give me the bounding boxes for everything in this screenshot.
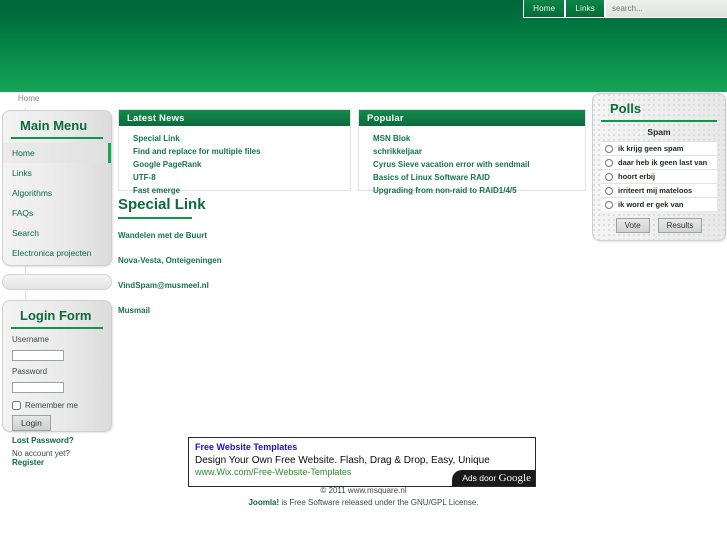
title-underline <box>118 217 192 219</box>
list-item[interactable]: Cyrus Sieve vacation error with sendmail <box>359 158 585 171</box>
list-item[interactable]: MSN Blok <box>359 132 585 145</box>
poll-option-label: daar heb ik geen last van <box>618 158 708 167</box>
popular-list: MSN Blok schrikkeljaar Cyrus Sieve vacat… <box>359 126 585 205</box>
polls-title: Polls <box>601 94 717 122</box>
results-button[interactable]: Results <box>657 218 703 233</box>
search-input[interactable] <box>606 3 727 14</box>
joomla-name: Joomla! <box>248 498 280 507</box>
login-form-module: Login Form Username Password Remember me… <box>2 300 112 467</box>
poll-radio[interactable] <box>605 186 613 195</box>
no-account-text: No account yet? <box>12 449 70 458</box>
ad-title[interactable]: Free Website Templates <box>189 438 535 452</box>
search-box[interactable] <box>605 0 727 18</box>
vote-button[interactable]: Vote <box>615 218 650 233</box>
list-item[interactable]: Find and replace for multiple files <box>119 145 350 158</box>
login-form-title: Login Form <box>11 301 103 329</box>
no-account-row: No account yet? Register <box>12 449 102 467</box>
poll-option-label: irriteert mij mateloos <box>618 186 693 195</box>
register-link[interactable]: Register <box>12 458 44 467</box>
topnav-item-links[interactable]: Links <box>565 0 605 18</box>
site-header: Home Links <box>0 0 727 92</box>
main-menu-title: Main Menu <box>11 111 103 139</box>
poll-radio[interactable] <box>605 200 613 209</box>
ad-description: Design Your Own Free Website. Flash, Dra… <box>195 455 490 466</box>
poll-option-label: ik word er gek van <box>618 200 684 209</box>
top-navigation: Home Links <box>523 0 727 18</box>
latest-news-list: Special Link Find and replace for multip… <box>119 126 350 205</box>
login-button[interactable]: Login <box>12 415 51 431</box>
poll-buttons: Vote Results <box>593 218 725 233</box>
password-field[interactable] <box>12 382 64 393</box>
breadcrumb: Home <box>18 94 40 103</box>
advertisement-block[interactable]: Free Website Templates Design Your Own F… <box>188 437 536 487</box>
popular-module: Popular MSN Blok schrikkeljaar Cyrus Sie… <box>358 109 586 195</box>
poll-option-label: ik krijg geen spam <box>618 144 684 153</box>
page-title: Special Link <box>118 196 206 213</box>
article-special-link: Special Link Wandelen met de Buurt Nova-… <box>118 196 378 331</box>
login-form-body: Username Password Remember me Login Lost… <box>3 329 111 475</box>
site-footer: © 2011 www.msquare.nl Joomla! is Free So… <box>0 486 727 507</box>
list-item[interactable]: UTF-8 <box>119 171 350 184</box>
password-label: Password <box>12 367 48 376</box>
sidebar-item-home[interactable]: Home <box>3 143 111 163</box>
poll-radio[interactable] <box>605 158 613 167</box>
username-label: Username <box>12 335 49 344</box>
ads-by-google-badge[interactable]: Ads door Google <box>452 470 535 486</box>
poll-radio[interactable] <box>605 172 613 181</box>
poll-option[interactable]: daar heb ik geen last van <box>601 155 717 169</box>
google-wordmark: Google <box>498 472 531 484</box>
latest-news-title: Latest News <box>119 110 350 126</box>
copyright-text: © 2011 www.msquare.nl <box>320 486 407 495</box>
article-link-vindspam[interactable]: VindSpam@musmeel.nl <box>118 281 378 290</box>
list-item[interactable]: Google PageRank <box>119 158 350 171</box>
sidebar-item-algorithms[interactable]: Algorithms <box>3 183 111 203</box>
lost-password-link[interactable]: Lost Password? <box>12 436 102 445</box>
remember-me-row[interactable]: Remember me <box>12 401 102 410</box>
list-item[interactable]: Upgrading from non-raid to RAID1/4/5 <box>359 184 585 197</box>
joomla-license-text: Joomla! is Free Software released under … <box>0 498 727 507</box>
list-item[interactable]: schrikkeljaar <box>359 145 585 158</box>
poll-option[interactable]: ik krijg geen spam <box>601 141 717 155</box>
poll-radio[interactable] <box>605 144 613 153</box>
article-link-musmail[interactable]: Musmail <box>118 306 378 315</box>
remember-me-checkbox[interactable] <box>12 401 21 410</box>
remember-me-label: Remember me <box>25 401 78 410</box>
sidebar-spacer-pill <box>2 274 112 290</box>
polls-module: Polls Spam ik krijg geen spam daar heb i… <box>592 93 726 241</box>
page-root: Home Links Home Main Menu Home Links Alg… <box>0 0 727 545</box>
joomla-license-rest: is Free Software released under the GNU/… <box>279 498 479 507</box>
sidebar-item-links[interactable]: Links <box>3 163 111 183</box>
list-item[interactable]: Basics of Linux Software RAID <box>359 171 585 184</box>
article-link-nova-vesta[interactable]: Nova-Vesta, Onteigeningen <box>118 256 378 265</box>
poll-option[interactable]: hoort erbij <box>601 169 717 183</box>
article-link-wandelen[interactable]: Wandelen met de Buurt <box>118 231 378 240</box>
popular-title: Popular <box>359 110 585 126</box>
topnav-item-home[interactable]: Home <box>523 0 566 18</box>
poll-option-label: hoort erbij <box>618 172 656 181</box>
sidebar-item-electronica-projecten[interactable]: Electronica projecten <box>3 243 111 263</box>
list-item[interactable]: Special Link <box>119 132 350 145</box>
username-field[interactable] <box>12 350 64 361</box>
sidebar-item-faqs[interactable]: FAQs <box>3 203 111 223</box>
poll-question: Spam <box>647 127 671 137</box>
poll-option[interactable]: irriteert mij mateloos <box>601 183 717 197</box>
poll-option[interactable]: ik word er gek van <box>601 197 717 211</box>
sidebar-item-search[interactable]: Search <box>3 223 111 243</box>
main-menu-module: Main Menu Home Links Algorithms FAQs Sea… <box>2 110 112 266</box>
main-menu-list: Home Links Algorithms FAQs Search Electr… <box>3 139 111 269</box>
ads-badge-text: Ads door <box>462 473 497 483</box>
latest-news-module: Latest News Special Link Find and replac… <box>118 109 351 195</box>
